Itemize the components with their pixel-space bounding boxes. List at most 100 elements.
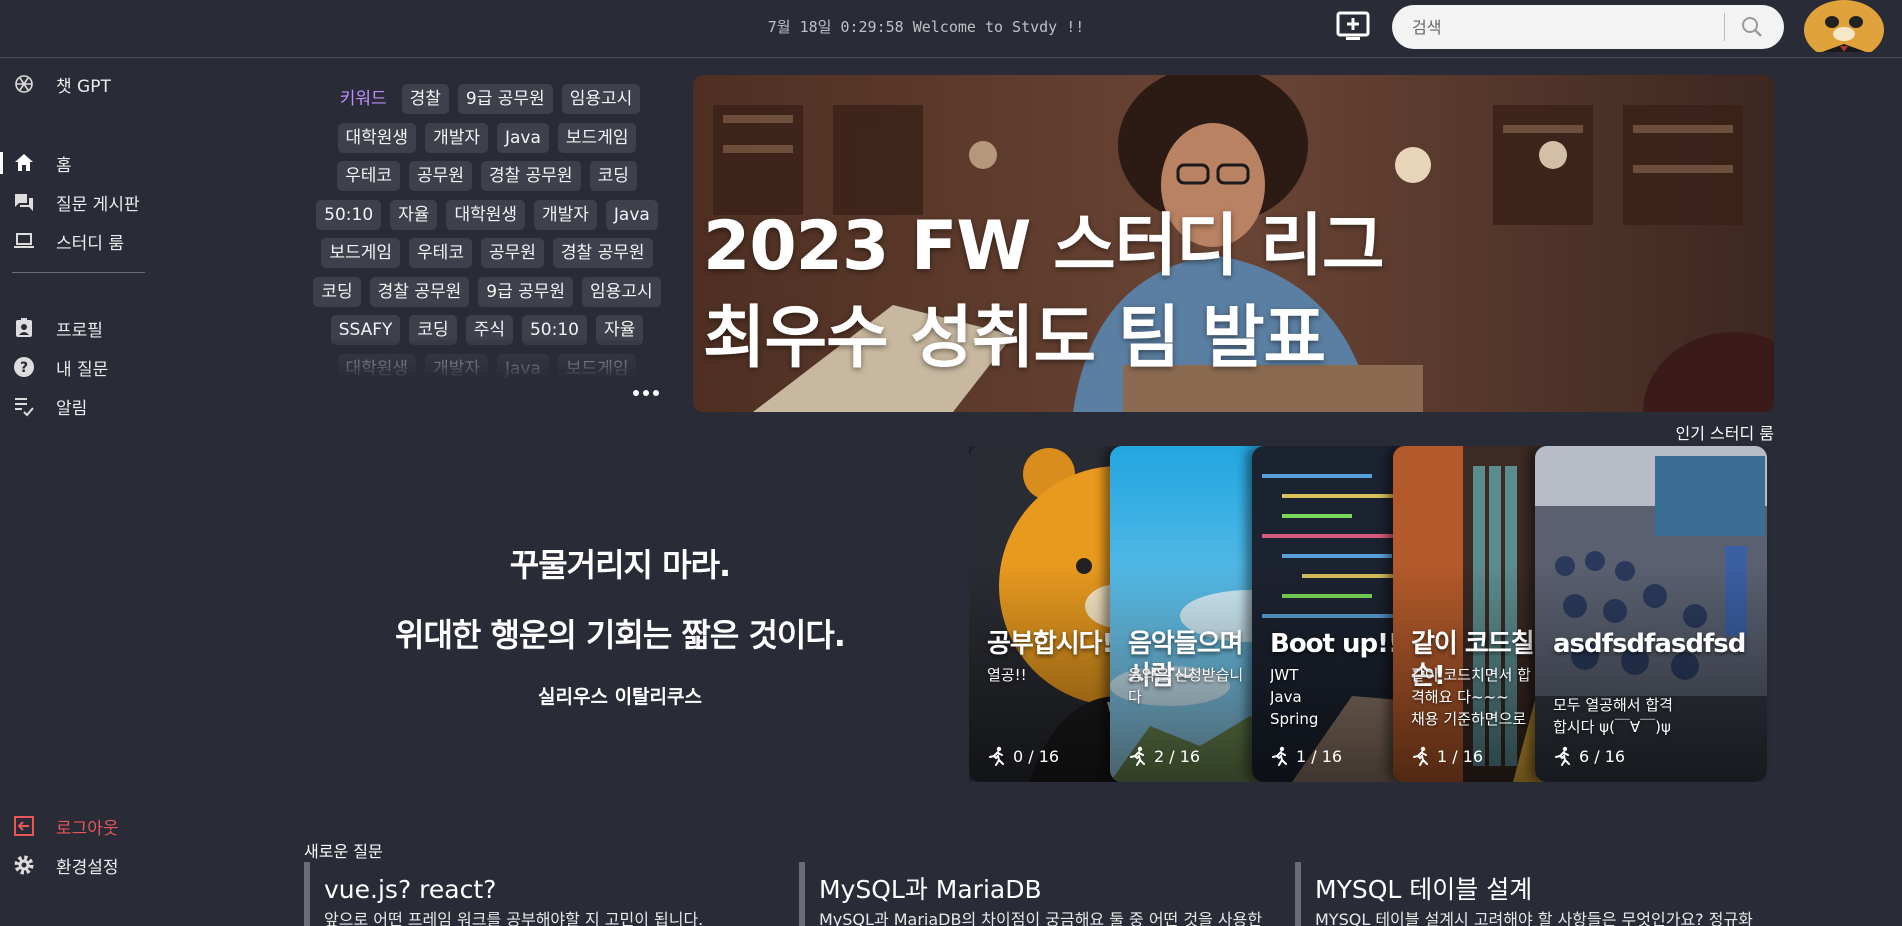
svg-text:?: ? (20, 360, 28, 376)
keyword-chip[interactable]: 임용고시 (582, 276, 661, 307)
keyword-fade-overlay (302, 340, 672, 380)
keyword-chip[interactable]: Java (605, 199, 658, 230)
profile-badge-icon (16, 318, 32, 337)
person-walking-icon (1128, 746, 1148, 766)
sidebar-item-label: 알림 (56, 398, 88, 419)
question-title: vue.js? react? (324, 875, 497, 904)
keyword-chip[interactable]: 경찰 공무원 (552, 238, 653, 268)
study-room-card[interactable]: asdfsdfasdfsd 모두 열공해서 합격합시다 ψ(￣∀￣)ψ 6 / 16 (1535, 446, 1767, 782)
search-box (1392, 5, 1784, 49)
keyword-chip[interactable]: 경찰 공무원 (369, 276, 470, 307)
settings-icon (14, 855, 34, 875)
search-input[interactable] (1412, 15, 1742, 39)
laptop-icon (14, 233, 34, 248)
keyword-chip[interactable]: 코딩 (313, 276, 361, 307)
room-member-count: 2 / 16 (1128, 746, 1200, 766)
sidebar-item-label: 내 질문 (56, 359, 109, 380)
room-title: Boot up!! (1270, 629, 1400, 659)
room-description: JWT Java Spring (1270, 666, 1319, 728)
room-member-count: 6 / 16 (1553, 746, 1625, 766)
sidebar-item-notifications[interactable]: 알림 (0, 389, 160, 423)
sidebar-item-chatgpt[interactable]: 챗 GPT (0, 67, 160, 101)
question-card[interactable]: MySQL과 MariaDB MySQL과 MariaDB의 차이점이 궁금해요 … (799, 862, 1279, 926)
keyword-chip[interactable]: 9급 공무원 (478, 276, 574, 307)
question-card[interactable]: vue.js? react? 앞으로 어떤 프레임 워크를 공부해야할 지 고민이… (304, 862, 784, 926)
keyword-row: 코딩 경찰 공무원 9급 공무원 임용고시 (302, 276, 672, 307)
top-header: 7월 18일 0:29:58 Welcome to Stvdy !! (0, 0, 1902, 58)
banner-title: 2023 FW 스터디 리그 최우수 성취도 팀 발표 (703, 201, 1385, 385)
event-banner[interactable]: 2023 FW 스터디 리그 최우수 성취도 팀 발표 (693, 75, 1774, 412)
keyword-cloud: 키워드 경찰 9급 공무원 임용고시 대학원생 개발자 Java 보드게임 우테코 공무원 경찰 공… (302, 84, 672, 380)
keyword-row: 우테코 공무원 경찰 공무원 코딩 (302, 161, 672, 191)
room-description: 음악은 신청받습니다 (1128, 666, 1244, 706)
sidebar-item-label: 환경설정 (56, 857, 119, 878)
logout-icon (14, 816, 34, 836)
avatar[interactable] (1802, 0, 1890, 52)
sidebar-item-label: 스터디 룸 (56, 233, 124, 254)
room-description: 같이 코드치면서 합격해요 다~~~ 채용 기준하면으로 (1411, 666, 1531, 728)
sidebar-item-settings[interactable]: 환경설정 (0, 848, 160, 882)
keyword-chip[interactable]: 개발자 (534, 199, 597, 230)
sidebar-item-label: 홈 (56, 155, 72, 176)
room-description: 열공!! (987, 666, 1027, 684)
room-member-count: 1 / 16 (1411, 746, 1483, 766)
keyword-row: 보드게임 우테코 공무원 경찰 공무원 (302, 238, 672, 268)
home-icon (15, 154, 33, 171)
banner-title-line: 최우수 성취도 팀 발표 (703, 299, 1326, 378)
person-walking-icon (1553, 746, 1573, 766)
question-title: MYSQL 테이블 설계 (1315, 875, 1533, 904)
keyword-chip[interactable]: 보드게임 (557, 122, 637, 153)
person-walking-icon (1411, 746, 1431, 766)
quote-line: 꾸물거리지 마라. (509, 546, 731, 584)
room-count-text: 6 / 16 (1579, 746, 1626, 766)
keyword-chip[interactable]: 대학원생 (337, 122, 417, 153)
keyword-chip[interactable]: 50:10 (316, 199, 382, 230)
room-count-text: 2 / 16 (1154, 746, 1201, 766)
person-walking-icon (1270, 746, 1290, 766)
keyword-chip[interactable]: 공무원 (480, 238, 544, 268)
popular-rooms-carousel: 공부합시다! 열공!! 0 / 16 음악들으며 사람~ 음악은 신청받습니다 2 / 1… (969, 446, 1774, 782)
sidebar-item-question-board[interactable]: 질문 게시판 (0, 185, 160, 219)
keyword-row: 대학원생 개발자 Java 보드게임 (302, 122, 672, 153)
keyword-chip[interactable]: 9급 공무원 (457, 84, 553, 114)
add-box-icon[interactable] (1336, 11, 1370, 41)
keyword-chip[interactable]: 코딩 (589, 161, 637, 191)
room-title: asdfsdfasdfsd (1553, 629, 1746, 659)
openai-icon (15, 75, 33, 93)
keyword-chip[interactable]: 자율 (390, 199, 438, 230)
keyword-chip[interactable]: 임용고시 (561, 84, 641, 114)
question-card[interactable]: MYSQL 테이블 설계 MYSQL 테이블 설계시 고려해야 할 사항들은 무엇… (1295, 862, 1775, 926)
room-count-text: 1 / 16 (1296, 746, 1343, 766)
keyword-chip[interactable]: 경찰 (401, 84, 449, 114)
keyword-chip[interactable]: 개발자 (425, 122, 488, 153)
keyword-chip[interactable]: 우테코 (409, 238, 472, 268)
search-icon[interactable] (1741, 16, 1763, 38)
room-count-text: 0 / 16 (1013, 746, 1060, 766)
question-preview: 앞으로 어떤 프레임 워크를 공부해야할 지 고민이 됩니다. (324, 910, 704, 926)
keyword-chip[interactable]: 대학원생 (446, 199, 525, 230)
keyword-chip[interactable]: Java (497, 122, 549, 153)
keyword-chip[interactable]: 보드게임 (321, 238, 401, 268)
sidebar-item-my-questions[interactable]: ? 내 질문 (0, 350, 160, 384)
motivational-quote: 꾸물거리지 마라. 위대한 행운의 기회는 짧은 것이다. 실리우스 이탈리쿠스 (340, 530, 900, 709)
keyword-chip[interactable]: 우테코 (337, 161, 401, 191)
room-description: 모두 열공해서 합격합시다 ψ(￣∀￣)ψ (1553, 696, 1673, 736)
sidebar-item-label: 챗 GPT (56, 76, 111, 97)
keyword-chip[interactable]: 경찰 공무원 (480, 161, 581, 191)
sidebar-item-label: 로그아웃 (56, 818, 119, 839)
keyword-row: 50:10 자율 대학원생 개발자 Java (302, 199, 672, 230)
checklist-icon (15, 398, 34, 417)
sidebar-item-study-room[interactable]: 스터디 룸 (0, 224, 160, 258)
sidebar-item-home[interactable]: 홈 (0, 146, 160, 180)
question-preview: MYSQL 테이블 설계시 고려해야 할 사항들은 무엇인가요? 정규화 (1315, 910, 1753, 926)
sidebar-item-profile[interactable]: 프로필 (0, 311, 160, 345)
keyword-title: 키워드 (339, 89, 387, 109)
quote-line: 위대한 행운의 기회는 짧은 것이다. (395, 616, 846, 654)
room-title: 공부합시다! (987, 629, 1113, 659)
sidebar-item-label: 질문 게시판 (56, 194, 140, 215)
quote-author: 실리우스 이탈리쿠스 (538, 686, 702, 708)
new-questions-title: 새로운 질문 (304, 842, 383, 861)
more-horiz-icon[interactable] (630, 384, 662, 402)
keyword-chip[interactable]: 공무원 (409, 161, 472, 191)
sidebar-item-logout[interactable]: 로그아웃 (0, 809, 160, 843)
